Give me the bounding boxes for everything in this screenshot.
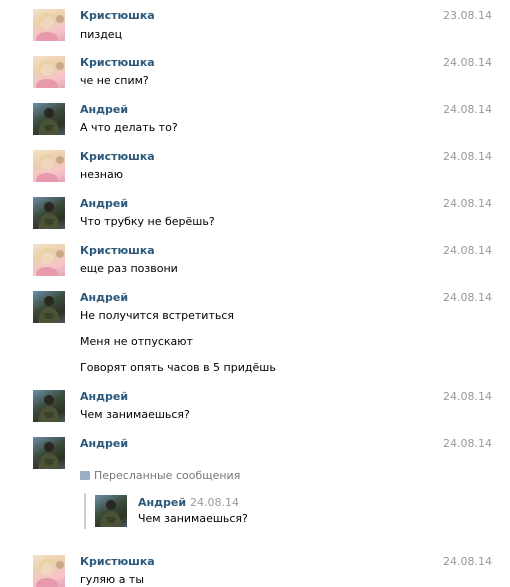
message-text: гуляю а ты [80,573,145,586]
avatar[interactable] [33,197,65,229]
message-date: 24.08.14 [443,555,492,568]
message-text: Чем занимаешься? [80,408,190,421]
message-author[interactable]: Андрей [80,390,128,403]
message-text: еще раз позвони [80,262,178,275]
message-date: 24.08.14 [443,56,492,69]
message-author[interactable]: Кристюшка [80,150,155,163]
message-author[interactable]: Кристюшка [80,555,155,568]
speech-bubble-icon [80,471,90,480]
message-date: 24.08.14 [443,197,492,210]
avatar[interactable] [95,495,127,527]
avatar[interactable] [33,9,65,41]
forwarded-header[interactable]: Пересланные сообщения [80,469,240,482]
avatar[interactable] [33,244,65,276]
message-text: незнаю [80,168,124,181]
forwarded-text: Чем занимаешься? [138,512,248,525]
message-date: 24.08.14 [443,244,492,257]
message-date: 24.08.14 [443,437,492,450]
message-text: пиздец [80,28,123,41]
message-text: че не спим? [80,74,149,87]
message-author[interactable]: Кристюшка [80,244,155,257]
forwarded-author-name: Андрей [138,496,187,509]
avatar[interactable] [33,437,65,469]
message-date: 24.08.14 [443,291,492,304]
forwarded-date: 24.08.14 [190,496,240,509]
forwarded-author[interactable]: Андрей 24.08.14 [138,496,239,509]
avatar[interactable] [33,103,65,135]
message-date: 24.08.14 [443,150,492,163]
message-text: Говорят опять часов в 5 придёшь [80,361,276,374]
message-author[interactable]: Андрей [80,103,128,116]
message-author[interactable]: Андрей [80,197,128,210]
message-text: Что трубку не берёшь? [80,215,215,228]
message-author[interactable]: Кристюшка [80,56,155,69]
message-text: А что делать то? [80,121,178,134]
message-date: 24.08.14 [443,103,492,116]
avatar[interactable] [33,56,65,88]
avatar[interactable] [33,150,65,182]
message-author[interactable]: Кристюшка [80,9,155,22]
avatar[interactable] [33,390,65,422]
message-author[interactable]: Андрей [80,437,128,450]
message-text: Не получится встретиться [80,309,235,322]
avatar[interactable] [33,291,65,323]
message-text: Меня не отпускают [80,335,193,348]
message-author[interactable]: Андрей [80,291,128,304]
avatar[interactable] [33,555,65,587]
message-date: 24.08.14 [443,390,492,403]
forwarded-message: Андрей 24.08.14 Чем занимаешься? [84,493,336,529]
forwarded-header-label: Пересланные сообщения [94,469,241,482]
message-date: 23.08.14 [443,9,492,22]
